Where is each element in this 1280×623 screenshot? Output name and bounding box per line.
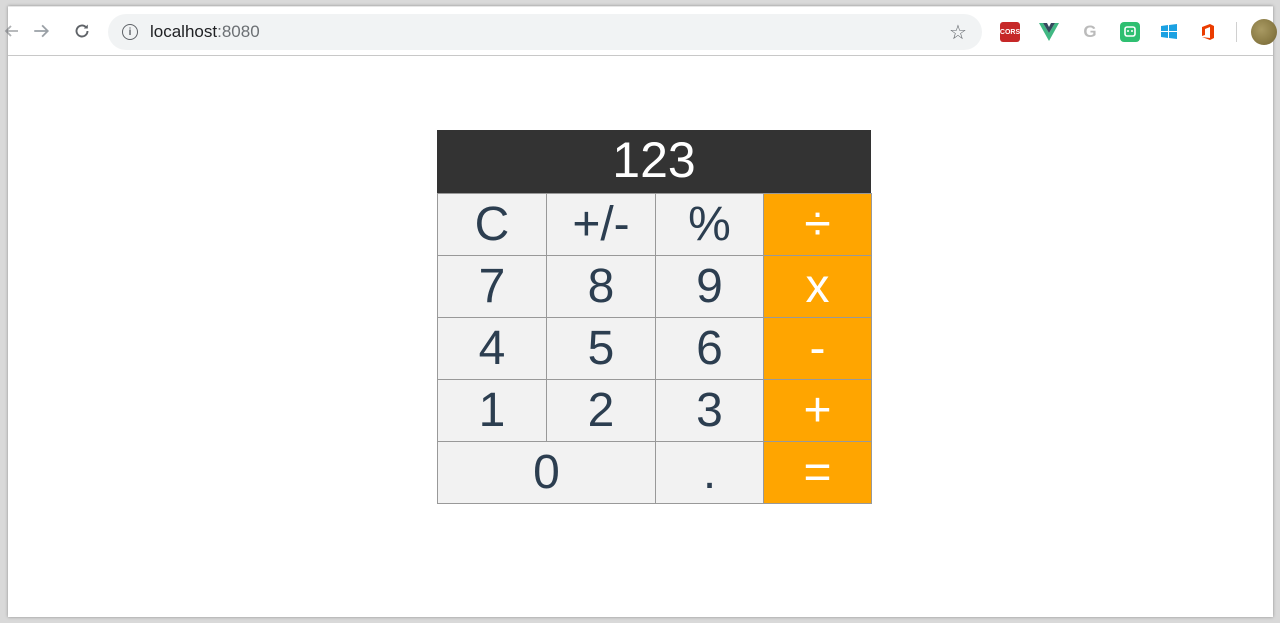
key-digit[interactable]: 7: [437, 255, 547, 318]
key-digit[interactable]: 4: [437, 317, 547, 380]
calculator: 123 C +/-% ÷ 7 8 9 x 4 5 6-1 2 3 +0. =: [437, 130, 872, 504]
key-digit[interactable]: 8: [546, 255, 656, 318]
bookmark-star-icon[interactable]: ☆: [946, 20, 970, 44]
key-operator[interactable]: x: [763, 255, 872, 318]
key-operator[interactable]: -: [763, 317, 872, 380]
browser-window: i localhost:8080 ☆ CORS G 123 C +/-% ÷ 7 8 9 x…: [4, 6, 1277, 617]
toolbar-divider: [1236, 22, 1237, 42]
key-operator[interactable]: =: [763, 441, 872, 504]
calculator-keypad: C +/-% ÷ 7 8 9 x 4 5 6- 1 2 3 +0. =: [437, 193, 872, 504]
key-digit[interactable]: 6: [655, 317, 764, 380]
key-digit[interactable]: 3: [655, 379, 764, 442]
forward-button[interactable]: [29, 19, 53, 43]
reload-icon: [75, 24, 89, 38]
cors-label: CORS: [999, 28, 1021, 36]
key-digit[interactable]: 2: [546, 379, 656, 442]
cors-extension-icon[interactable]: CORS: [1000, 22, 1020, 42]
key-function[interactable]: +/-: [546, 193, 656, 256]
back-button[interactable]: [0, 19, 24, 43]
evernote-icon[interactable]: [1120, 22, 1140, 42]
key-digit[interactable]: 5: [546, 317, 656, 380]
url-host: localhost: [150, 22, 218, 41]
key-function[interactable]: C: [437, 193, 547, 256]
key-operator[interactable]: +: [763, 379, 872, 442]
vue-devtools-icon[interactable]: [1039, 22, 1059, 42]
key-function[interactable]: %: [655, 193, 764, 256]
address-bar[interactable]: i localhost:8080 ☆: [108, 14, 982, 50]
key-digit[interactable]: 9: [655, 255, 764, 318]
windows-icon[interactable]: [1159, 22, 1179, 42]
profile-avatar[interactable]: [1251, 19, 1277, 45]
url-port: :8080: [217, 22, 260, 41]
key-digit[interactable]: .: [655, 441, 764, 504]
site-info-icon[interactable]: i: [122, 24, 138, 40]
google-icon[interactable]: G: [1080, 22, 1100, 42]
url-text[interactable]: localhost:8080: [150, 22, 260, 42]
key-digit[interactable]: 0: [437, 441, 656, 504]
back-arrow-icon: [4, 25, 18, 37]
google-letter: G: [1083, 22, 1097, 41]
browser-toolbar: i localhost:8080 ☆ CORS G: [4, 6, 1277, 56]
office-icon[interactable]: [1198, 22, 1218, 42]
calculator-display: 123: [437, 130, 871, 193]
forward-arrow-icon: [34, 24, 50, 38]
key-digit[interactable]: 1: [437, 379, 547, 442]
reload-button[interactable]: [70, 19, 94, 43]
key-operator[interactable]: ÷: [763, 193, 872, 256]
